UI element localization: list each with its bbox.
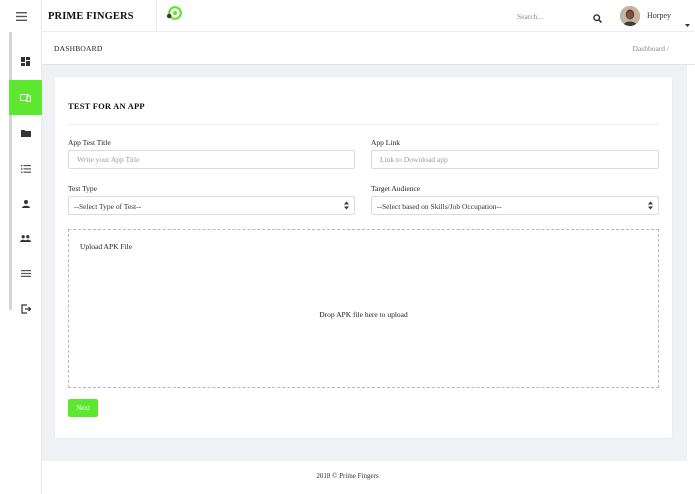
sidebar-item-dashboard[interactable] (9, 44, 42, 79)
upload-label: Upload APK File (80, 242, 133, 251)
breadcrumb[interactable]: Dashboard / (633, 44, 669, 53)
app-test-form-card: TEST FOR AN APP App Test Title App Link … (55, 77, 672, 438)
hamburger-icon[interactable] (0, 0, 42, 32)
search-input[interactable] (517, 9, 587, 23)
next-button[interactable]: Next (68, 399, 98, 417)
menu-icon (20, 270, 31, 277)
top-navbar: PRIME FINGERS Horpey (42, 0, 695, 32)
sidebar-item-list[interactable] (9, 151, 42, 186)
test-type-value: --Select Type of Test-- (74, 202, 142, 211)
brand-container: PRIME FINGERS (42, 0, 157, 32)
brand-name[interactable]: PRIME FINGERS (48, 11, 134, 22)
dashboard-icon (21, 57, 30, 66)
audience-value: --Select based on Skills/Job Occupation-… (377, 202, 502, 211)
user-icon (21, 199, 30, 208)
page-title: DASHBOARD (54, 44, 103, 53)
caret-down-icon[interactable] (685, 14, 690, 32)
footer-text: 2018 © Prime Fingers (316, 472, 379, 480)
list-icon (20, 164, 31, 173)
select-arrows-icon (344, 201, 349, 212)
users-icon (20, 235, 31, 242)
sidebar-item-users[interactable] (9, 221, 42, 256)
sidebar-item-menu[interactable] (9, 256, 42, 291)
app-link-label: App Link (371, 138, 400, 147)
audience-label: Target Audience (371, 184, 421, 193)
search-icon[interactable] (593, 10, 603, 28)
sidebar-item-logout[interactable] (9, 291, 42, 326)
prime-fingers-logo-icon[interactable] (166, 6, 182, 25)
app-link-input[interactable] (371, 150, 659, 169)
user-name[interactable]: Horpey (647, 11, 671, 20)
sidebar-item-profile[interactable] (9, 186, 42, 221)
app-title-label: App Test Title (68, 138, 111, 147)
form-title: TEST FOR AN APP (68, 101, 145, 111)
sidebar-item-folders[interactable] (9, 115, 42, 150)
apk-dropzone[interactable]: Upload APK File Drop APK file here to up… (68, 229, 659, 388)
divider (68, 124, 659, 125)
logout-icon (20, 303, 31, 314)
audience-select[interactable]: --Select based on Skills/Job Occupation-… (371, 196, 659, 215)
user-avatar[interactable] (620, 6, 640, 26)
sidebar-item-apps[interactable] (9, 80, 42, 115)
breadcrumb-bar: DASHBOARD Dashboard / (42, 32, 695, 65)
test-type-label: Test Type (68, 184, 98, 193)
device-icon (20, 93, 31, 102)
folder-icon (20, 129, 31, 137)
sidebar (0, 0, 42, 494)
dropzone-message: Drop APK file here to upload (319, 310, 408, 319)
app-title-input[interactable] (68, 150, 355, 169)
test-type-select[interactable]: --Select Type of Test-- (68, 196, 355, 215)
select-arrows-icon (648, 201, 653, 212)
